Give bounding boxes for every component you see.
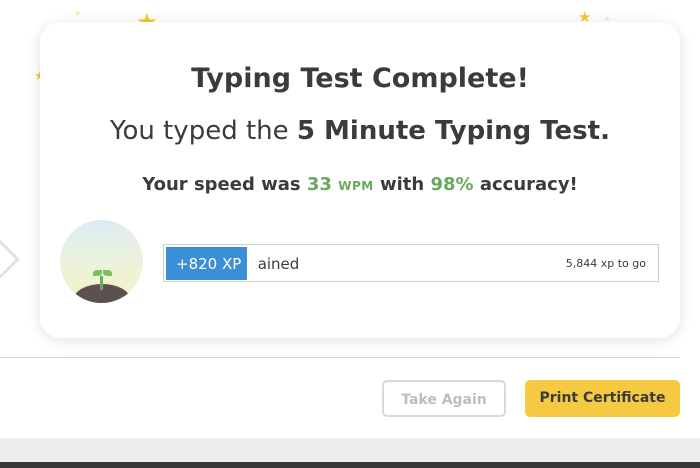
wpm-unit: WPM xyxy=(338,179,374,193)
xp-to-go: 5,844 xp to go xyxy=(565,257,646,270)
accuracy-value: 98% xyxy=(430,174,474,195)
divider xyxy=(0,357,680,358)
xp-progress-bar: +820 XP Gained 5,844 xp to go xyxy=(163,244,659,282)
sprout-avatar-icon xyxy=(60,220,143,303)
bottom-edge xyxy=(0,462,700,468)
xp-gained-text-rest: ained xyxy=(257,255,300,273)
print-certificate-button[interactable]: Print Certificate xyxy=(525,380,680,417)
speed-summary: Your speed was 33 WPM with 98% accuracy! xyxy=(0,174,700,195)
test-name: 5 Minute Typing Test. xyxy=(296,116,610,146)
summary-prefix: You typed the xyxy=(110,116,297,146)
speed-prefix: Your speed was xyxy=(142,174,307,195)
xp-gained-text: +820 XP G xyxy=(176,255,258,273)
speed-middle: with xyxy=(373,174,431,195)
sprout-stem xyxy=(100,276,103,290)
speed-suffix: accuracy! xyxy=(473,174,578,195)
sprout-leaf xyxy=(103,270,112,276)
test-summary: You typed the 5 Minute Typing Test. xyxy=(0,116,700,146)
take-again-button[interactable]: Take Again xyxy=(382,380,506,417)
star-icon: ★ xyxy=(74,9,82,18)
wpm-value: 33 xyxy=(306,174,332,195)
page-title: Typing Test Complete! xyxy=(191,63,529,94)
sprout-leaf xyxy=(93,270,102,276)
xp-gained-label: +820 XP Gained xyxy=(176,255,299,273)
